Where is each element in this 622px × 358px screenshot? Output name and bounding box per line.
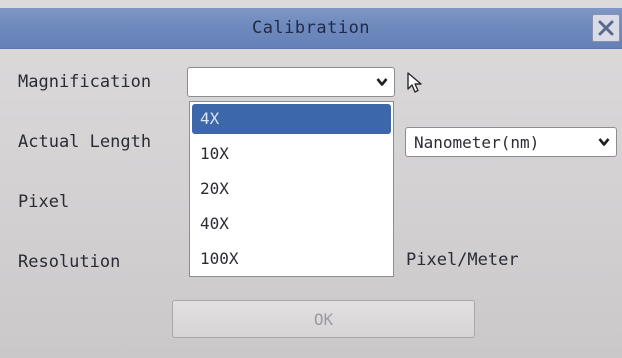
length-unit-value: Nanometer(nm) — [414, 133, 540, 152]
length-unit-select[interactable]: Nanometer(nm) — [405, 127, 617, 157]
magnification-dropdown-button[interactable] — [370, 68, 394, 96]
calibration-dialog: Calibration Magnification Actual Length … — [0, 0, 622, 358]
title-bar: Calibration — [0, 8, 622, 49]
mouse-pointer-icon — [407, 72, 422, 93]
resolution-unit: Pixel/Meter — [406, 250, 519, 270]
chevron-down-icon — [376, 78, 388, 86]
pixel-label: Pixel — [18, 192, 70, 212]
magnification-option[interactable]: 20X — [192, 174, 391, 204]
magnification-option[interactable]: 10X — [192, 139, 391, 169]
length-unit-dropdown-button[interactable] — [592, 128, 616, 156]
magnification-label: Magnification — [18, 72, 152, 92]
magnification-option[interactable]: 100X — [192, 244, 391, 274]
chevron-down-icon — [598, 138, 610, 146]
magnification-option[interactable]: 40X — [192, 209, 391, 239]
ok-button[interactable]: OK — [172, 300, 475, 338]
close-button[interactable] — [592, 14, 620, 42]
dialog-title: Calibration — [251, 18, 371, 38]
magnification-dropdown-list: 4X 10X 20X 40X 100X — [189, 101, 394, 277]
resolution-label: Resolution — [18, 252, 121, 272]
close-icon — [598, 20, 614, 36]
ok-button-label: OK — [313, 309, 334, 329]
actual-length-label: Actual Length — [18, 132, 152, 152]
magnification-option[interactable]: 4X — [192, 104, 391, 134]
magnification-select[interactable] — [187, 67, 395, 97]
